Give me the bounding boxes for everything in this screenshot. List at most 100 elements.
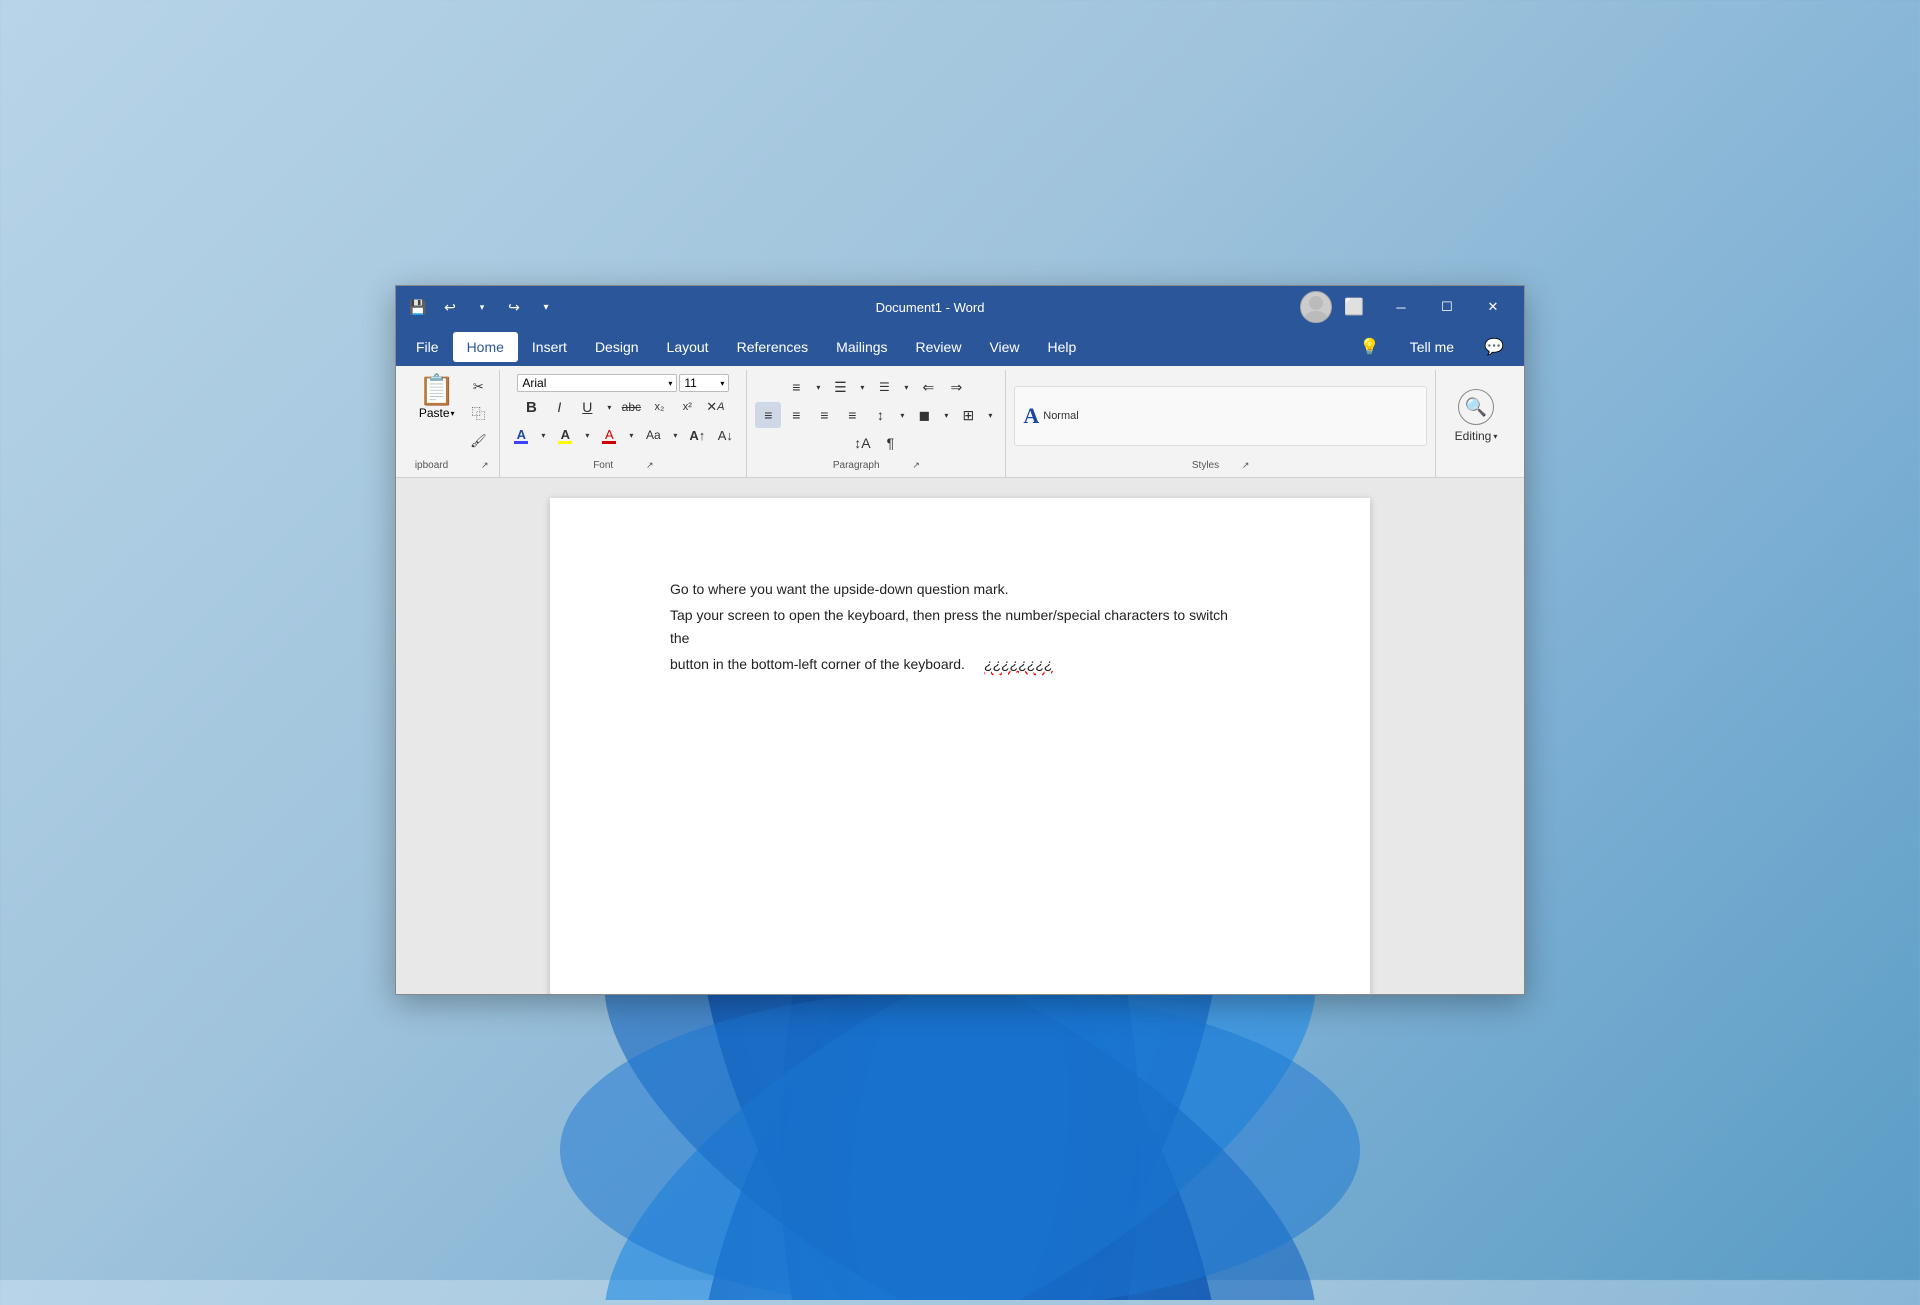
menu-bar: File Home Insert Design Layout Reference… [396, 328, 1524, 366]
increase-font-button[interactable]: A↑ [684, 422, 710, 448]
menu-right: 💡 Tell me 💬 [1346, 332, 1518, 362]
subscript-button[interactable]: x₂ [646, 394, 672, 420]
editing-search-icon: 🔍 [1458, 389, 1494, 425]
editing-button[interactable]: 🔍 Editing ▾ [1445, 382, 1508, 450]
styles-preview: A [1023, 403, 1039, 429]
paste-icon: 📋 [418, 376, 455, 406]
bullets-dropdown[interactable]: ▾ [811, 374, 825, 400]
content-line2: Tap your screen to open the keyboard, th… [670, 604, 1250, 649]
font-name-dropdown-arrow: ▾ [668, 379, 672, 388]
text-effect-button[interactable]: A [596, 422, 622, 448]
shading-button[interactable]: ◼ [911, 402, 937, 428]
menu-references[interactable]: References [723, 332, 823, 362]
highlight-color-button[interactable]: A [552, 422, 578, 448]
lightbulb-button[interactable]: 💡 [1346, 332, 1394, 362]
menu-design[interactable]: Design [581, 332, 653, 362]
line-spacing-button[interactable]: ↕ [867, 402, 893, 428]
justify-button[interactable]: ≡ [839, 402, 865, 428]
ribbon-display-button[interactable]: ⬜ [1340, 293, 1368, 321]
case-change-button[interactable]: Aa [640, 422, 666, 448]
menu-mailings[interactable]: Mailings [822, 332, 901, 362]
copy-button[interactable]: ⿻ [465, 401, 491, 427]
ribbon: 📋 Paste ▾ ✂ ⿻ 🖌 ipboard ↗ [396, 366, 1524, 478]
paragraph-row3: ↕A ¶ [849, 430, 903, 456]
decrease-font-button[interactable]: A↓ [712, 422, 738, 448]
document-area[interactable]: Go to where you want the upside-down que… [396, 478, 1524, 994]
highlight-dropdown[interactable]: ▾ [580, 422, 594, 448]
close-button[interactable]: ✕ [1470, 292, 1516, 322]
styles-normal-label: Normal [1043, 410, 1078, 422]
menu-file[interactable]: File [402, 332, 453, 362]
window-controls: ─ ☐ ✕ [1378, 292, 1516, 322]
squiggly-text: ¿¿¿¿¿¿¿¿ [984, 656, 1052, 672]
clipboard-label: ipboard ↗ [415, 458, 489, 473]
bold-button[interactable]: B [518, 394, 544, 420]
clear-format-button[interactable]: ✕A [702, 394, 728, 420]
title-bar: 💾 ↩ ▾ ↪ ▾ Document1 - Word ⬜ ─ ☐ ✕ [396, 286, 1524, 328]
undo-dropdown-button[interactable]: ▾ [468, 293, 496, 321]
title-bar-right: ⬜ ─ ☐ ✕ [1300, 291, 1516, 323]
document-content[interactable]: Go to where you want the upside-down que… [670, 578, 1250, 676]
user-avatar[interactable] [1300, 291, 1332, 323]
menu-insert[interactable]: Insert [518, 332, 581, 362]
editing-label: Editing [1455, 429, 1492, 443]
borders-dropdown[interactable]: ▾ [983, 402, 997, 428]
font-name-selector[interactable]: Arial ▾ [517, 374, 677, 392]
underline-button[interactable]: U [574, 394, 600, 420]
paste-label: Paste [419, 406, 450, 420]
text-effect-dropdown[interactable]: ▾ [624, 422, 638, 448]
editing-group: 🔍 Editing ▾ x [1436, 370, 1516, 477]
strikethrough-button[interactable]: abc [618, 394, 644, 420]
content-line1: Go to where you want the upside-down que… [670, 578, 1250, 600]
clipboard-group: 📋 Paste ▾ ✂ ⿻ 🖌 ipboard ↗ [404, 370, 500, 477]
customize-qat-button[interactable]: ▾ [532, 293, 560, 321]
save-button[interactable]: 💾 [404, 293, 432, 321]
undo-button[interactable]: ↩ [436, 293, 464, 321]
content-line3: button in the bottom-left corner of the … [670, 653, 1250, 675]
multilevel-dropdown[interactable]: ▾ [899, 374, 913, 400]
case-dropdown[interactable]: ▾ [668, 422, 682, 448]
underline-dropdown-button[interactable]: ▾ [602, 394, 616, 420]
show-hide-button[interactable]: ¶ [877, 430, 903, 456]
shading-dropdown[interactable]: ▾ [939, 402, 953, 428]
line-spacing-dropdown[interactable]: ▾ [895, 402, 909, 428]
font-size-selector[interactable]: 11 ▾ [679, 374, 729, 392]
increase-indent-button[interactable]: ⇒ [943, 374, 969, 400]
minimize-button[interactable]: ─ [1378, 292, 1424, 322]
redo-button[interactable]: ↪ [500, 293, 528, 321]
comments-button[interactable]: 💬 [1470, 332, 1518, 362]
italic-button[interactable]: I [546, 394, 572, 420]
font-label: Font ↗ [593, 458, 653, 473]
superscript-button[interactable]: x² [674, 394, 700, 420]
multilevel-button[interactable]: ☰ [871, 374, 897, 400]
menu-view[interactable]: View [975, 332, 1033, 362]
align-left-button[interactable]: ≡ [755, 402, 781, 428]
font-color-button[interactable]: A [508, 422, 534, 448]
align-center-button[interactable]: ≡ [783, 402, 809, 428]
align-right-button[interactable]: ≡ [811, 402, 837, 428]
font-row3: A ▾ A ▾ A ▾ [508, 422, 738, 448]
menu-review[interactable]: Review [902, 332, 976, 362]
font-row1: Arial ▾ 11 ▾ [517, 374, 729, 392]
tell-me-button[interactable]: Tell me [1396, 332, 1468, 362]
borders-button[interactable]: ⊞ [955, 402, 981, 428]
numbering-button[interactable]: ☰ [827, 374, 853, 400]
editing-dropdown-arrow: ▾ [1493, 432, 1497, 441]
paragraph-group: ≡ ▾ ☰ ▾ ☰ ▾ ⇐ ⇒ ≡ ≡ ≡ ≡ ↕ ▾ ◼ ▾ ⊞ ▾ [747, 370, 1006, 477]
paragraph-label: Paragraph ↗ [833, 458, 920, 473]
font-size-dropdown-arrow: ▾ [720, 379, 724, 388]
menu-help[interactable]: Help [1034, 332, 1091, 362]
bullets-button[interactable]: ≡ [783, 374, 809, 400]
paragraph-row1: ≡ ▾ ☰ ▾ ☰ ▾ ⇐ ⇒ [783, 374, 969, 400]
sort-button[interactable]: ↕A [849, 430, 875, 456]
maximize-button[interactable]: ☐ [1424, 292, 1470, 322]
paste-button[interactable]: 📋 Paste ▾ [412, 374, 461, 422]
decrease-indent-button[interactable]: ⇐ [915, 374, 941, 400]
menu-layout[interactable]: Layout [653, 332, 723, 362]
clipboard-sub-buttons: ✂ ⿻ 🖌 [465, 374, 491, 454]
menu-home[interactable]: Home [453, 332, 518, 362]
cut-button[interactable]: ✂ [465, 374, 491, 400]
font-color-dropdown[interactable]: ▾ [536, 422, 550, 448]
numbering-dropdown[interactable]: ▾ [855, 374, 869, 400]
format-painter-button[interactable]: 🖌 [465, 428, 491, 454]
